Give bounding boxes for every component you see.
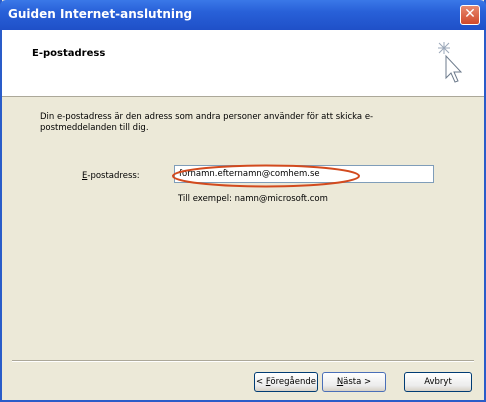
- close-icon: ✕: [464, 6, 476, 22]
- back-button-rest: öregående: [270, 377, 316, 387]
- email-example: Till exempel: namn@microsoft.com: [178, 194, 328, 204]
- next-button-rest: ästa >: [343, 377, 372, 387]
- close-button[interactable]: ✕: [460, 5, 480, 25]
- email-label-rest: -postadress:: [87, 171, 140, 181]
- window-title: Guiden Internet-anslutning: [8, 7, 193, 21]
- next-button[interactable]: Nästa >: [322, 372, 386, 392]
- cancel-button[interactable]: Avbryt: [404, 372, 472, 392]
- email-label: E-postadress:: [82, 171, 140, 181]
- internet-connection-wizard-window: Guiden Internet-anslutning ✕ E-postadres…: [0, 0, 486, 402]
- title-bar[interactable]: Guiden Internet-anslutning ✕: [0, 0, 486, 30]
- highlight-oval: [172, 164, 360, 188]
- page-title: E-postadress: [32, 48, 106, 59]
- back-button-prefix: <: [255, 377, 266, 387]
- email-description: Din e-postadress är den adress som andra…: [40, 112, 374, 133]
- footer-divider: [12, 360, 474, 362]
- wizard-sparkle-cursor-icon: [438, 42, 463, 83]
- wizard-header: E-postadress: [2, 30, 484, 97]
- back-button[interactable]: < Föregående: [254, 372, 318, 392]
